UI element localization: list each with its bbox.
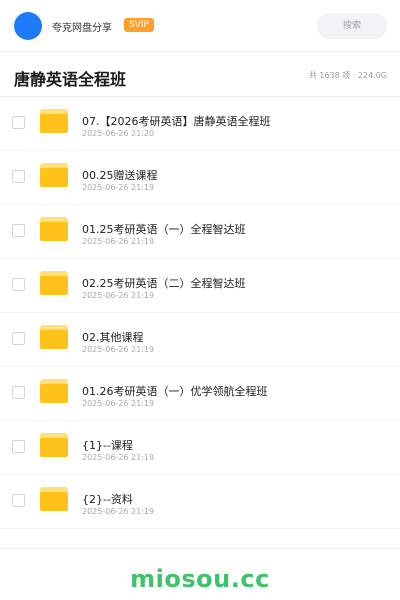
svip-badge: SVIP (124, 18, 154, 32)
row-checkbox[interactable] (12, 278, 25, 291)
file-row[interactable]: 02.其他课程 2025-06-26 21:19 (0, 313, 400, 367)
file-row[interactable]: 01.25考研英语（一）全程智达班 2025-06-26 21:19 (0, 205, 400, 259)
file-name: 02.25考研英语（二）全程智达班 (82, 277, 246, 290)
row-checkbox[interactable] (12, 494, 25, 507)
folder-icon (40, 433, 68, 457)
file-date: 2025-06-26 21:19 (82, 399, 155, 408)
file-list: 07.【2026考研英语】唐静英语全程班 2025-06-26 21:20 00… (0, 97, 400, 529)
file-name: {1}--课程 (82, 439, 133, 452)
item-summary: 共 1638 项 · 224.0G (308, 71, 387, 80)
file-date: 2025-06-26 21:20 (82, 129, 155, 138)
app-name: 夸克网盘分享 (52, 23, 112, 34)
folder-icon (40, 487, 68, 511)
folder-icon (40, 271, 68, 295)
file-date: 2025-06-26 21:19 (82, 237, 155, 246)
file-date: 2025-06-26 21:19 (82, 507, 155, 516)
folder-icon (40, 109, 68, 133)
row-checkbox[interactable] (12, 170, 25, 183)
file-date: 2025-06-26 21:19 (82, 291, 155, 300)
row-checkbox[interactable] (12, 332, 25, 345)
file-row[interactable]: 07.【2026考研英语】唐静英语全程班 2025-06-26 21:20 (0, 97, 400, 151)
page-title: 唐静英语全程班 (14, 70, 127, 89)
row-checkbox[interactable] (12, 440, 25, 453)
file-row[interactable]: 01.26考研英语（一）优学领航全程班 2025-06-26 21:19 (0, 367, 400, 421)
file-date: 2025-06-26 21:19 (82, 183, 155, 192)
file-name: 00.25赠送课程 (82, 169, 158, 182)
row-checkbox[interactable] (12, 224, 25, 237)
file-name: {2}--资料 (82, 493, 133, 506)
file-date: 2025-06-26 21:19 (82, 453, 155, 462)
file-date: 2025-06-26 21:19 (82, 345, 155, 354)
row-checkbox[interactable] (12, 116, 25, 129)
file-name: 02.其他课程 (82, 331, 144, 344)
search-input[interactable] (317, 13, 387, 39)
folder-icon (40, 163, 68, 187)
file-row[interactable]: {2}--资料 2025-06-26 21:19 (0, 475, 400, 529)
file-name: 07.【2026考研英语】唐静英语全程班 (82, 115, 271, 128)
file-name: 01.26考研英语（一）优学领航全程班 (82, 385, 268, 398)
row-checkbox[interactable] (12, 386, 25, 399)
file-row[interactable]: {1}--课程 2025-06-26 21:19 (0, 421, 400, 475)
file-row[interactable]: 02.25考研英语（二）全程智达班 2025-06-26 21:19 (0, 259, 400, 313)
top-header: 夸克网盘分享 SVIP (0, 0, 400, 52)
title-bar: 唐静英语全程班 共 1638 项 · 224.0G (0, 53, 400, 97)
file-row[interactable]: 00.25赠送课程 2025-06-26 21:19 (0, 151, 400, 205)
footer: miosou.cc (0, 548, 400, 600)
folder-icon (40, 217, 68, 241)
folder-icon (40, 325, 68, 349)
file-name: 01.25考研英语（一）全程智达班 (82, 223, 246, 236)
brand-watermark: miosou.cc (130, 565, 270, 593)
folder-icon (40, 379, 68, 403)
avatar[interactable] (14, 12, 42, 40)
